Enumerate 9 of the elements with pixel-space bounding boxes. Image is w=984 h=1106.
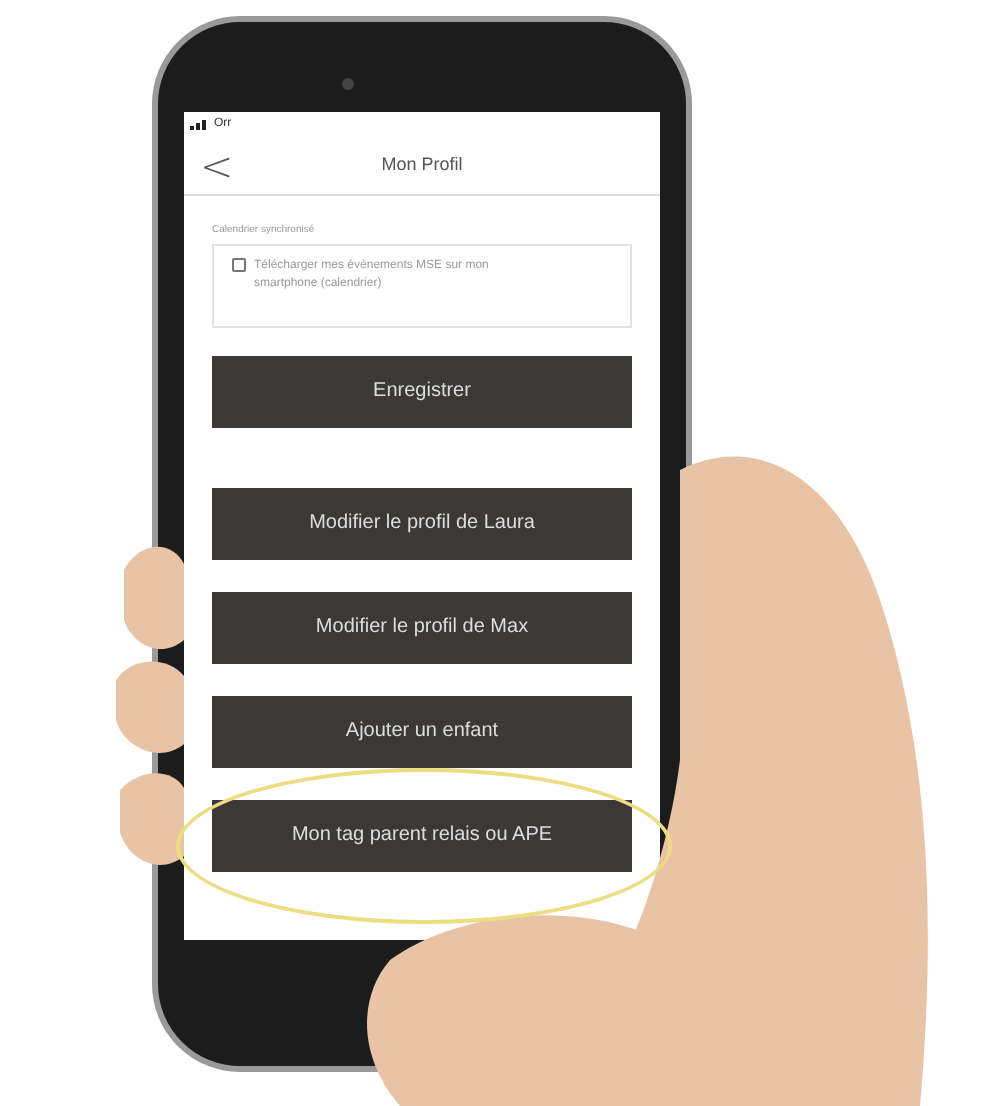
profile-button[interactable]: Ajouter un enfant (212, 695, 632, 767)
save-button[interactable]: Enregistrer (212, 355, 632, 427)
signal-icon (190, 118, 210, 130)
profile-button[interactable]: Modifier le profil de Max (212, 591, 632, 663)
back-button[interactable]: < (200, 145, 234, 185)
checkbox[interactable] (232, 257, 246, 271)
screen-title: Mon Profil (381, 151, 463, 178)
profile-button[interactable]: Modifier le profil de Laura (212, 487, 632, 559)
profile-button[interactable]: Mon tag parent relais ou APE (212, 799, 632, 871)
